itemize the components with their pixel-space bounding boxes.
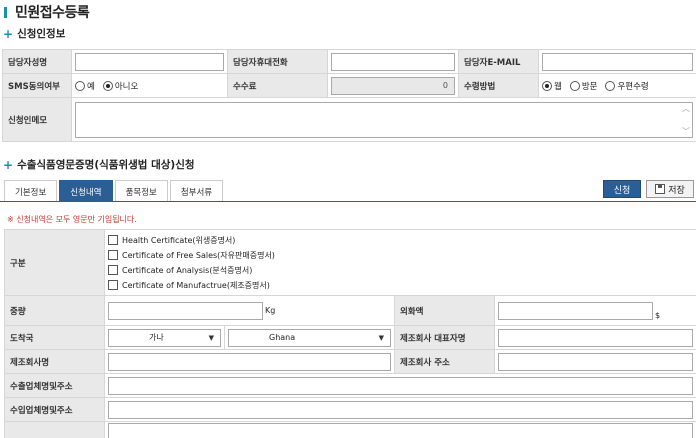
receive-option-web[interactable]: 웹 <box>542 80 562 92</box>
memo-textarea[interactable]: ︿ ﹀ <box>75 101 693 138</box>
receive-option-visit[interactable]: 방문 <box>569 80 598 92</box>
sms-label: SMS동의여부 <box>2 73 72 98</box>
applicant-section-title-text: 신청인정보 <box>17 28 66 40</box>
receive-option-mail[interactable]: 우편수령 <box>605 80 649 92</box>
chevron-down-icon[interactable]: ﹀ <box>682 126 690 137</box>
sms-option-no[interactable]: 아니오 <box>102 80 139 92</box>
apply-button[interactable]: 신청 <box>603 180 641 198</box>
manager-phone-input[interactable] <box>331 52 455 71</box>
cert-details-table: 구분 Health Certificate(위생증명서) Certificate… <box>4 229 696 438</box>
sms-yes-label: 예 <box>87 81 95 92</box>
mfr-rep-label: 제조회사 대표자명 <box>394 325 495 350</box>
cert-section-title: + 수출식품영문증명(식품위생법 대상)신청 <box>3 157 195 172</box>
exporter-input[interactable] <box>108 376 693 395</box>
dropdown-arrow-icon: ▼ <box>378 333 384 342</box>
checkbox-icon <box>108 280 118 290</box>
page-title: 민원접수등록 <box>4 2 90 22</box>
mfr-addr-input[interactable] <box>498 352 693 371</box>
receive-visit-label: 방문 <box>581 81 598 92</box>
english-only-notice: ※ 신청내역은 모두 영문만 기입됩니다. <box>7 215 137 224</box>
mfr-name-input[interactable] <box>108 352 391 371</box>
tab-basic-info[interactable]: 기본정보 <box>4 180 58 202</box>
amount-label: 외화액 <box>394 295 495 326</box>
applicant-table: 담당자성명 담당자휴대전화 담당자E-MAIL SMS동의여부 예 아니오 수수… <box>2 49 696 142</box>
cert-type-checkbox-list: Health Certificate(위생증명서) Certificate of… <box>108 232 693 294</box>
mfr-name-label: 제조회사명 <box>4 349 105 374</box>
tab-application-details[interactable]: 신청내역 <box>59 180 113 202</box>
destination-en-value: Ghana <box>269 333 296 342</box>
save-button-label: 저장 <box>668 185 685 196</box>
cert-type-manufacture[interactable]: Certificate of Manufactrue(제조증명서) <box>108 280 693 291</box>
exporter-label: 수출업체명및주소 <box>4 373 105 398</box>
mfr-rep-input[interactable] <box>498 328 693 347</box>
cert-type-analysis-label: Certificate of Analysis(분석증명서) <box>122 265 253 275</box>
applicant-section-title: + 신청인정보 <box>3 26 65 41</box>
radio-selected-icon <box>102 80 113 91</box>
amount-unit: $ <box>655 310 661 320</box>
tab-divider <box>0 201 696 202</box>
memo-scrollbar[interactable]: ︿ ﹀ <box>680 103 692 137</box>
manager-name-input[interactable] <box>75 52 224 71</box>
radio-icon <box>605 80 616 91</box>
destination-kr-select[interactable]: 가나 ▼ <box>108 328 221 347</box>
receive-mail-label: 우편수령 <box>617 81 649 92</box>
radio-icon <box>569 80 580 91</box>
importer-input[interactable] <box>108 400 693 419</box>
destination-label: 도착국 <box>4 325 105 350</box>
checkbox-icon <box>108 250 118 260</box>
tab-item-info[interactable]: 품목정보 <box>114 180 168 202</box>
cert-type-free-sales[interactable]: Certificate of Free Sales(자유판매증명서) <box>108 250 693 261</box>
mfr-addr-label: 제조회사 주소 <box>394 349 495 374</box>
plus-icon: + <box>3 157 14 172</box>
sms-no-label: 아니오 <box>114 81 139 92</box>
manager-name-label: 담당자성명 <box>2 49 72 74</box>
save-button[interactable]: 저장 <box>646 180 694 198</box>
chevron-up-icon[interactable]: ︿ <box>682 103 690 114</box>
page-title-text: 민원접수등록 <box>15 5 90 21</box>
cert-section-title-text: 수출식품영문증명(식품위생법 대상)신청 <box>17 159 195 171</box>
manager-email-label: 담당자E-MAIL <box>458 49 539 74</box>
receive-web-label: 웹 <box>554 81 562 92</box>
radio-selected-icon <box>542 80 552 91</box>
cert-tabs: 기본정보 신청내역 품목정보 첨부서류 <box>4 180 225 202</box>
fee-input: 0 <box>331 76 455 95</box>
cert-type-analysis[interactable]: Certificate of Analysis(분석증명서) <box>108 265 693 276</box>
title-bar-accent <box>4 6 7 18</box>
importer-label: 수입업체명및주소 <box>4 397 105 422</box>
receive-label: 수령방법 <box>458 73 539 98</box>
cert-type-health-label: Health Certificate(위생증명서) <box>122 235 236 245</box>
amount-input[interactable] <box>498 301 653 320</box>
radio-icon <box>75 80 85 91</box>
checkbox-icon <box>108 235 118 245</box>
weight-input[interactable] <box>108 301 263 320</box>
save-icon <box>655 184 666 194</box>
weight-label: 중량 <box>4 295 105 326</box>
cert-type-health[interactable]: Health Certificate(위생증명서) <box>108 235 693 246</box>
extra-textarea[interactable] <box>108 422 693 438</box>
manager-email-input[interactable] <box>542 52 693 71</box>
type-label: 구분 <box>4 229 105 296</box>
tab-attachments[interactable]: 첨부서류 <box>169 180 224 202</box>
plus-icon: + <box>3 26 14 41</box>
checkbox-icon <box>108 265 118 275</box>
destination-kr-value: 가나 <box>149 333 164 342</box>
cert-type-free-sales-label: Certificate of Free Sales(자유판매증명서) <box>122 250 275 260</box>
sms-radio-group: 예 아니오 <box>75 80 224 92</box>
dropdown-arrow-icon: ▼ <box>208 333 214 342</box>
destination-en-select[interactable]: Ghana ▼ <box>228 328 391 347</box>
extra-label <box>4 421 105 438</box>
memo-label: 신청인메모 <box>2 97 72 142</box>
cert-type-manufacture-label: Certificate of Manufactrue(제조증명서) <box>122 280 270 290</box>
manager-phone-label: 담당자휴대전화 <box>227 49 328 74</box>
weight-unit: Kg <box>265 306 276 315</box>
receive-radio-group: 웹 방문 우편수령 <box>542 80 693 92</box>
fee-label: 수수료 <box>227 73 328 98</box>
sms-option-yes[interactable]: 예 <box>75 80 95 92</box>
